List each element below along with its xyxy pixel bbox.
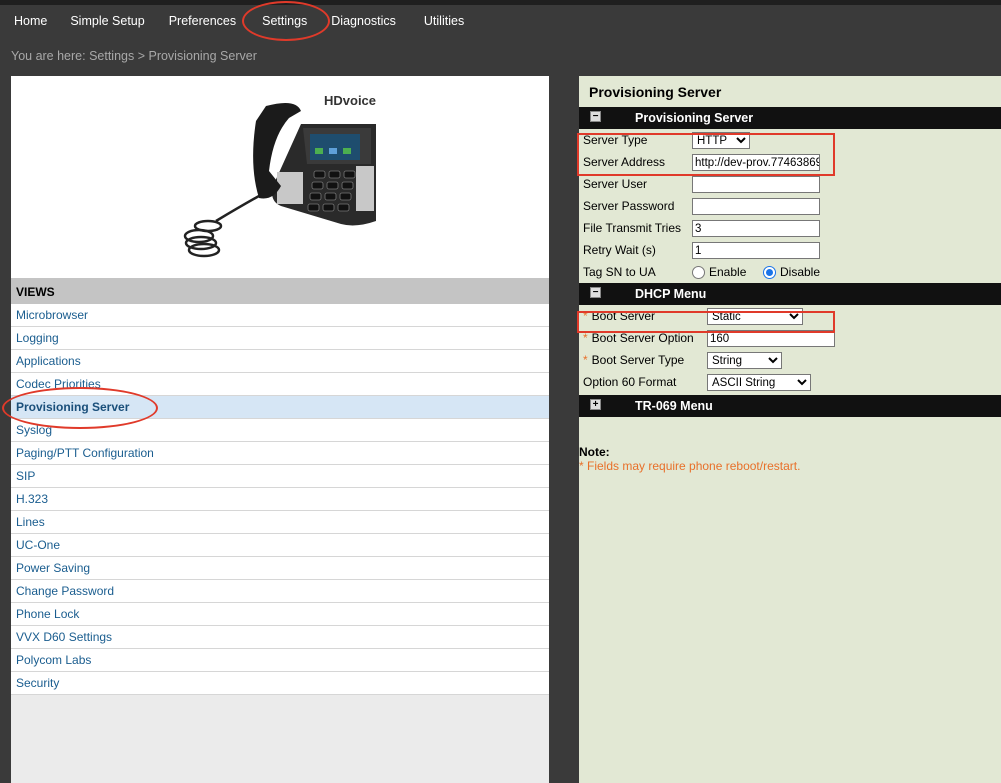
row-server-address: Server Address — [579, 151, 1001, 173]
server-user-input[interactable] — [692, 176, 820, 193]
nav-utilities[interactable]: Utilities — [424, 14, 464, 28]
nav-settings[interactable]: Settings — [242, 1, 331, 41]
retry-wait-input[interactable] — [692, 242, 820, 259]
boot-option-input[interactable] — [707, 330, 835, 347]
breadcrumb: You are here: Settings > Provisioning Se… — [11, 49, 257, 63]
note-title: Note: — [579, 445, 610, 459]
row-server-type: Server Type HTTP — [579, 129, 1001, 151]
view-phone-lock[interactable]: Phone Lock — [11, 603, 549, 626]
server-password-input[interactable] — [692, 198, 820, 215]
server-address-input[interactable] — [692, 154, 820, 171]
server-password-label: Server Password — [583, 199, 675, 213]
server-type-select[interactable]: HTTP — [692, 132, 750, 149]
main-nav: Home Simple Setup Preferences Settings D… — [0, 1, 1001, 41]
note: Note: * Fields may require phone reboot/… — [579, 445, 800, 473]
view-polycom-labs[interactable]: Polycom Labs — [11, 649, 549, 672]
view-power-saving[interactable]: Power Saving — [11, 557, 549, 580]
desk-phone-icon: HDvoice — [183, 93, 376, 258]
section-title: DHCP Menu — [635, 287, 707, 301]
collapse-icon[interactable]: − — [590, 287, 601, 298]
view-vvx-d60[interactable]: VVX D60 Settings — [11, 626, 549, 649]
views-header: VIEWS — [11, 278, 549, 304]
page-title: Provisioning Server — [589, 84, 722, 100]
file-tries-input[interactable] — [692, 220, 820, 237]
boot-server-select[interactable]: Static — [707, 308, 803, 325]
section-title: TR-069 Menu — [635, 399, 713, 413]
enable-label: Enable — [709, 265, 747, 279]
note-text: * Fields may require phone reboot/restar… — [579, 459, 801, 473]
view-security[interactable]: Security — [11, 672, 549, 695]
view-uc-one[interactable]: UC-One — [11, 534, 549, 557]
radio-on-icon — [763, 265, 776, 279]
view-logging[interactable]: Logging — [11, 327, 549, 350]
nav-home[interactable]: Home — [14, 14, 47, 28]
retry-wait-label: Retry Wait (s) — [583, 243, 656, 257]
expand-icon[interactable]: + — [590, 399, 601, 410]
row-boot-server: * Boot Server Static — [579, 305, 1001, 327]
view-applications[interactable]: Applications — [11, 350, 549, 373]
view-paging-ptt[interactable]: Paging/PTT Configuration — [11, 442, 549, 465]
opt60-select[interactable]: ASCII String — [707, 374, 811, 391]
enable-radio[interactable]: Enable — [692, 265, 746, 279]
server-type-label: Server Type — [583, 133, 648, 147]
view-h323[interactable]: H.323 — [11, 488, 549, 511]
views-list: Microbrowser Logging Applications Codec … — [2, 304, 549, 695]
row-retry-wait: Retry Wait (s) — [579, 239, 1001, 261]
row-boot-server-type: * Boot Server Type String — [579, 349, 1001, 371]
section-title: Provisioning Server — [635, 111, 754, 125]
boot-server-label: * Boot Server — [583, 309, 656, 323]
disable-label: Disable — [780, 265, 821, 279]
row-server-password: Server Password — [579, 195, 1001, 217]
view-change-password[interactable]: Change Password — [11, 580, 549, 603]
row-tag-sn: Tag SN to UA Enable Disable — [579, 261, 1001, 283]
opt60-label: Option 60 Format — [583, 375, 677, 389]
section-provisioning-server: − Provisioning Server — [579, 107, 1001, 129]
boot-type-select[interactable]: String — [707, 352, 782, 369]
view-sip[interactable]: SIP — [11, 465, 549, 488]
phone-image: HDvoice — [11, 76, 549, 278]
row-boot-server-option: * Boot Server Option — [579, 327, 1001, 349]
view-microbrowser[interactable]: Microbrowser — [11, 304, 549, 327]
section-dhcp-menu: − DHCP Menu — [579, 283, 1001, 305]
view-lines[interactable]: Lines — [11, 511, 549, 534]
server-address-label: Server Address — [583, 155, 666, 169]
nav-preferences[interactable]: Preferences — [169, 14, 236, 28]
disable-radio[interactable]: Disable — [763, 265, 820, 279]
hdvoice-logo: HDvoice — [324, 93, 376, 108]
required-star: * — [583, 331, 588, 345]
boot-type-label: * Boot Server Type — [583, 353, 685, 367]
row-option-60: Option 60 Format ASCII String — [579, 371, 1001, 393]
required-star: * — [583, 353, 588, 367]
right-panel: Provisioning Server − Provisioning Serve… — [577, 76, 1001, 783]
server-user-label: Server User — [583, 177, 648, 191]
row-server-user: Server User — [579, 173, 1001, 195]
radio-off-icon — [692, 265, 705, 279]
view-provisioning-server[interactable]: Provisioning Server — [2, 387, 549, 429]
tag-sn-label: Tag SN to UA — [583, 265, 656, 279]
nav-simple-setup[interactable]: Simple Setup — [70, 14, 144, 28]
required-star: * — [583, 309, 588, 323]
section-tr069-menu: + TR-069 Menu — [579, 395, 1001, 417]
row-file-transmit-tries: File Transmit Tries — [579, 217, 1001, 239]
left-panel: HDvoice VIEWS Microbrowser Logging Appli… — [2, 76, 549, 783]
collapse-icon[interactable]: − — [590, 111, 601, 122]
boot-option-label: * Boot Server Option — [583, 331, 694, 345]
file-tries-label: File Transmit Tries — [583, 221, 682, 235]
nav-diagnostics[interactable]: Diagnostics — [331, 14, 396, 28]
